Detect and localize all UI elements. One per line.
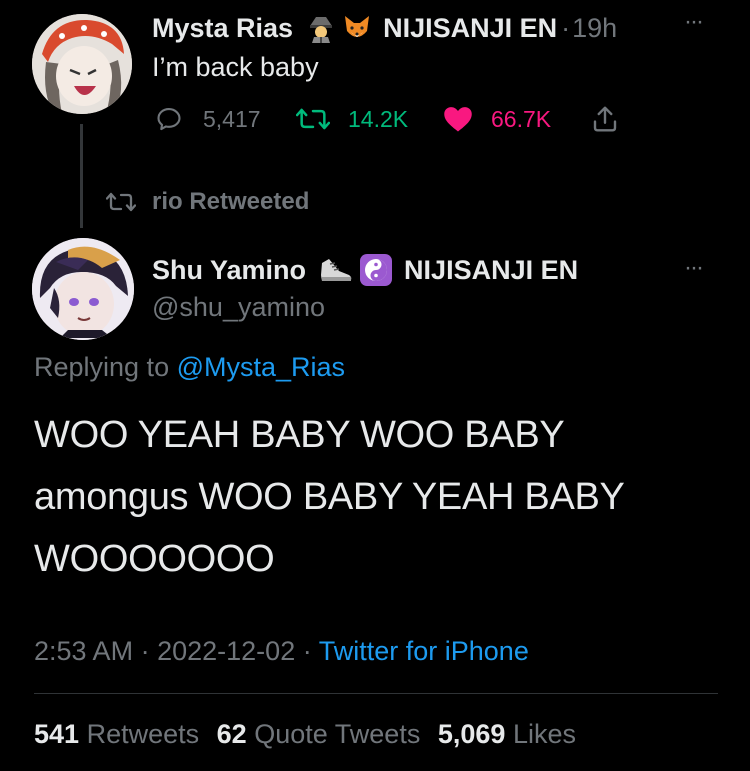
avatar-shu[interactable]: [32, 238, 134, 340]
retweet-banner[interactable]: rio Retweeted: [106, 188, 309, 216]
retweet-icon: [296, 105, 330, 133]
meta-dot-2: ·: [302, 636, 312, 666]
top-org-name: NIJISANJI EN: [383, 12, 558, 43]
retweet-banner-label: rio Retweeted: [152, 188, 310, 215]
retweet-banner-icon: [106, 189, 136, 215]
top-display-name[interactable]: Mysta Rias: [152, 13, 293, 44]
main-text-line-2: amongus WOO BABY YEAH BABY: [34, 476, 625, 518]
top-tweet-text: I’m back baby: [152, 52, 319, 82]
quotes-stat-label: Quote Tweets: [254, 719, 421, 749]
divider: [34, 693, 718, 694]
heart-icon: [443, 105, 473, 133]
main-org-name: NIJISANJI EN: [404, 254, 579, 285]
yin-yang-emoji: [358, 253, 394, 287]
retweets-stat[interactable]: 541 Retweets: [34, 719, 199, 749]
tweet-date[interactable]: 2022-12-02: [157, 636, 295, 666]
retweet-action[interactable]: 14.2K: [296, 105, 408, 133]
reply-count: 5,417: [203, 105, 261, 132]
retweet-count: 14.2K: [348, 105, 409, 132]
reply-action[interactable]: 5,417: [155, 105, 261, 133]
meta-dot-1: ·: [140, 636, 150, 666]
quotes-stat[interactable]: 62 Quote Tweets: [217, 719, 421, 749]
main-handle[interactable]: @shu_yamino: [152, 292, 325, 323]
sneaker-emoji: [318, 255, 354, 285]
main-display-name[interactable]: Shu Yamino: [152, 255, 306, 286]
replying-handle-link[interactable]: @Mysta_Rias: [177, 352, 345, 382]
tweet-source-link[interactable]: Twitter for iPhone: [319, 636, 529, 666]
main-tweet-text: WOO YEAH BABY WOO BABY amongus WOO BABY …: [34, 404, 625, 590]
share-icon[interactable]: [590, 104, 620, 134]
like-count: 66.7K: [491, 105, 552, 132]
retweets-stat-label: Retweets: [86, 719, 200, 749]
main-more-icon[interactable]: ···: [684, 254, 704, 282]
tweet-meta: 2:53 AM · 2022-12-02 · Twitter for iPhon…: [34, 636, 529, 667]
top-more-icon[interactable]: ···: [684, 8, 704, 36]
retweets-stat-count: 541: [34, 719, 80, 749]
top-time[interactable]: 19h: [572, 13, 617, 44]
engagement-stats: 541 Retweets 62 Quote Tweets 5,069 Likes: [34, 719, 576, 750]
top-tweet-header: Mysta Rias NIJISANJI EN · 19h: [152, 12, 617, 44]
tweet-time[interactable]: 2:53 AM: [34, 636, 133, 666]
likes-stat-count: 5,069: [437, 719, 506, 749]
replying-prefix: Replying to: [34, 352, 177, 382]
like-action[interactable]: 66.7K: [443, 105, 551, 133]
detective-emoji: [305, 13, 337, 43]
replying-to: Replying to @Mysta_Rias: [34, 352, 345, 383]
avatar-mysta[interactable]: [32, 14, 132, 114]
fox-emoji: [341, 13, 373, 43]
main-tweet-header: Shu Yamino NIJISANJI EN: [152, 254, 578, 286]
likes-stat[interactable]: 5,069 Likes: [438, 719, 576, 749]
main-text-line-1: WOO YEAH BABY WOO BABY: [34, 414, 565, 456]
quotes-stat-count: 62: [216, 719, 247, 749]
reply-icon: [155, 105, 183, 133]
likes-stat-label: Likes: [512, 719, 576, 749]
top-separator: ·: [561, 12, 571, 43]
main-text-line-3: WOOOOOOO: [34, 538, 275, 580]
thread-line: [80, 124, 83, 228]
